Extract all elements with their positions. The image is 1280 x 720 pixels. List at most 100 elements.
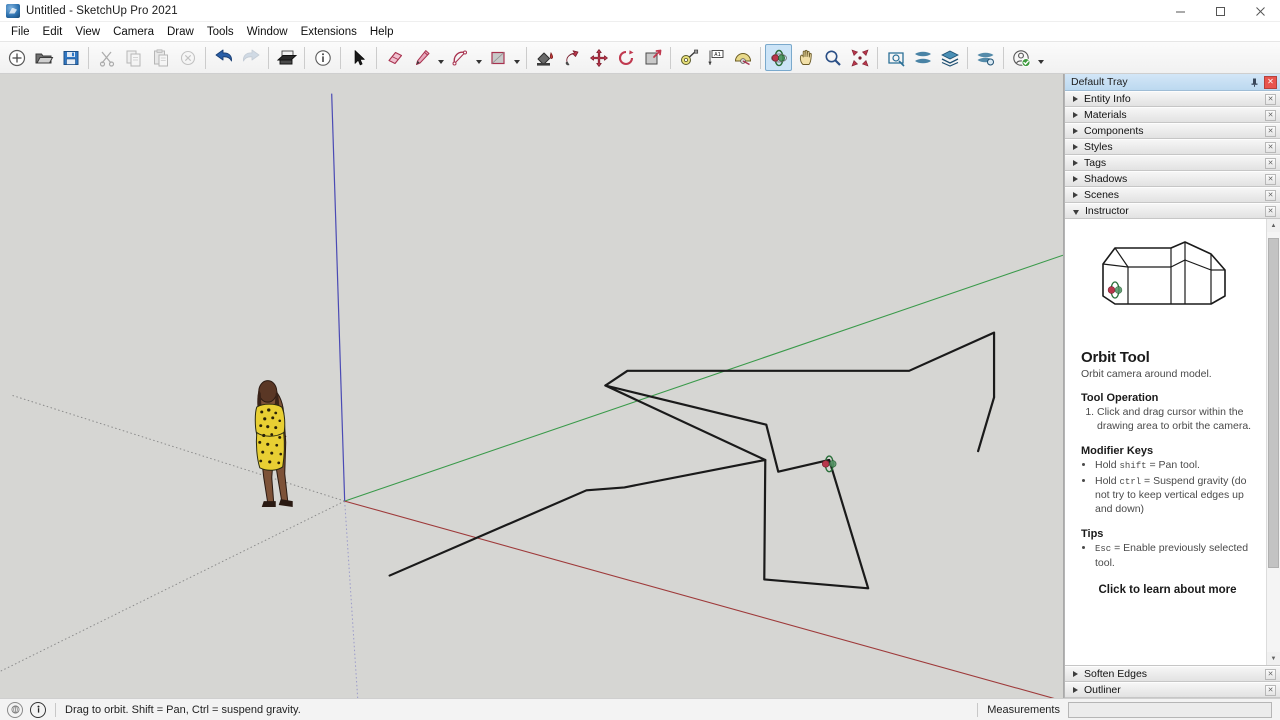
scrollbar-thumb[interactable] [1268,238,1279,568]
arc-tool-dropdown[interactable] [473,44,484,71]
section-close-icon[interactable]: ✕ [1265,173,1276,185]
section-outliner[interactable]: Outliner ✕ [1065,682,1280,698]
tray-close-button[interactable]: ✕ [1264,75,1277,89]
section-scenes[interactable]: Scenes ✕ [1065,187,1280,203]
redo-arrow-icon[interactable] [237,44,264,71]
push-pull-icon[interactable] [558,44,585,71]
instructor-scrollbar[interactable]: ▲ ▼ [1266,219,1280,665]
section-styles[interactable]: Styles ✕ [1065,139,1280,155]
section-components[interactable]: Components ✕ [1065,123,1280,139]
toolbar-separator [760,46,761,69]
open-folder-icon[interactable] [30,44,57,71]
copy-icon[interactable] [120,44,147,71]
status-divider [977,702,979,717]
protractor-icon[interactable] [729,44,756,71]
menu-edit[interactable]: Edit [37,23,70,41]
orbit-icon[interactable] [765,44,792,71]
close-button[interactable] [1240,0,1280,22]
section-shadows[interactable]: Shadows ✕ [1065,171,1280,187]
list-item: Hold ctrl = Suspend gravity (do not try … [1095,475,1254,517]
modeling-canvas[interactable] [0,74,1064,698]
geo-location-icon[interactable] [7,701,23,718]
menu-file[interactable]: File [5,23,37,41]
line-tool-dropdown[interactable] [435,44,446,71]
scroll-up-icon[interactable]: ▲ [1267,219,1280,232]
rotate-icon[interactable] [612,44,639,71]
section-close-icon[interactable]: ✕ [1265,109,1276,121]
tips-list: Esc = Enable previously selected tool. [1095,542,1254,570]
toolbar-separator [1003,46,1004,69]
paint-bucket-icon[interactable] [531,44,558,71]
section-close-icon[interactable]: ✕ [1265,125,1276,137]
line-pencil-icon[interactable] [408,44,435,71]
tape-measure-icon[interactable] [675,44,702,71]
window-controls [1160,0,1280,22]
eraser-icon[interactable] [381,44,408,71]
save-disk-icon[interactable] [57,44,84,71]
measurements-input[interactable] [1068,701,1272,718]
new-document-icon[interactable] [3,44,30,71]
section-instructor[interactable]: Instructor ✕ [1065,203,1280,219]
rectangle-icon[interactable] [484,44,511,71]
section-close-icon[interactable]: ✕ [1265,157,1276,169]
model-info-icon[interactable] [309,44,336,71]
info-circle-icon[interactable] [30,701,46,718]
rectangle-tool-dropdown[interactable] [511,44,522,71]
menu-help[interactable]: Help [364,23,401,41]
scale-icon[interactable] [639,44,666,71]
scissors-cut-icon[interactable] [93,44,120,71]
orbit-cursor-icon [821,455,837,473]
tip-text: = Enable previously selected tool. [1095,542,1249,569]
pan-hand-icon[interactable] [792,44,819,71]
section-plane-icon[interactable] [909,44,936,71]
user-account-verified-icon[interactable] [1008,44,1035,71]
learn-more-link[interactable]: Click to learn about more [1081,584,1254,602]
modifier-prefix: Hold [1095,474,1120,487]
printer-icon[interactable] [273,44,300,71]
scroll-down-icon[interactable]: ▼ [1267,652,1280,665]
section-close-icon[interactable]: ✕ [1265,684,1276,696]
section-close-icon[interactable]: ✕ [1265,93,1276,105]
arc-icon[interactable] [446,44,473,71]
scrollbar-track[interactable] [1267,232,1280,652]
select-arrow-icon[interactable] [345,44,372,71]
section-label: Materials [1084,109,1127,121]
menu-camera[interactable]: Camera [107,23,161,41]
minimize-button[interactable] [1160,0,1200,22]
section-label: Instructor [1085,205,1129,217]
section-entity-info[interactable]: Entity Info ✕ [1065,91,1280,107]
section-tags[interactable]: Tags ✕ [1065,155,1280,171]
section-materials[interactable]: Materials ✕ [1065,107,1280,123]
zoom-extents-icon[interactable] [846,44,873,71]
position-camera-icon[interactable] [882,44,909,71]
menu-tools[interactable]: Tools [201,23,241,41]
pin-icon[interactable] [1248,76,1261,89]
zoom-magnifier-icon[interactable] [819,44,846,71]
undo-arrow-icon[interactable] [210,44,237,71]
section-close-icon[interactable]: ✕ [1265,141,1276,153]
move-icon[interactable] [585,44,612,71]
erase-delete-icon[interactable] [174,44,201,71]
section-close-icon[interactable]: ✕ [1265,189,1276,201]
chevron-right-icon [1073,96,1078,102]
menu-view[interactable]: View [69,23,107,41]
key-esc: Esc [1095,544,1112,554]
maximize-button[interactable] [1200,0,1240,22]
section-soften-edges[interactable]: Soften Edges ✕ [1065,666,1280,682]
section-close-icon[interactable]: ✕ [1265,668,1276,680]
account-dropdown[interactable] [1035,44,1046,71]
menu-draw[interactable]: Draw [161,23,201,41]
chevron-right-icon [1073,192,1078,198]
toolbar-separator [670,46,671,69]
title-bar: Untitled - SketchUp Pro 2021 [0,0,1280,22]
sandbox-tools-icon[interactable] [972,44,999,71]
dimension-icon[interactable]: A1 [702,44,729,71]
layers-icon[interactable] [936,44,963,71]
menu-window[interactable]: Window [241,23,295,41]
paste-icon[interactable] [147,44,174,71]
section-close-icon[interactable]: ✕ [1265,205,1276,217]
blue-axis [331,93,346,502]
measurements-label: Measurements [987,703,1060,716]
menu-extensions[interactable]: Extensions [295,23,364,41]
section-label: Entity Info [1084,93,1131,105]
